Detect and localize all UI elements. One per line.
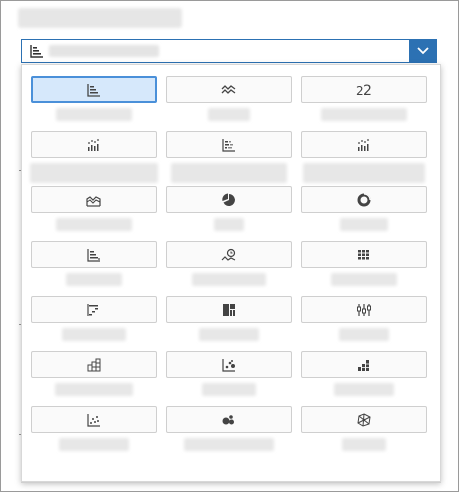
chart-type-label bbox=[342, 438, 386, 451]
chart-type-option[interactable] bbox=[301, 296, 427, 323]
chart-type-option[interactable] bbox=[31, 76, 157, 103]
donut-chart-icon bbox=[357, 192, 371, 206]
boxplot-icon bbox=[357, 303, 371, 316]
network-chart-icon bbox=[357, 412, 371, 427]
bubble-chart-icon bbox=[222, 414, 234, 424]
chart-type-option[interactable] bbox=[301, 351, 427, 378]
chart-type-option[interactable] bbox=[31, 241, 157, 268]
chart-type-option[interactable] bbox=[31, 296, 157, 323]
scatter-bubble-icon bbox=[222, 358, 235, 372]
chart-type-option[interactable] bbox=[166, 131, 292, 158]
chart-type-option[interactable] bbox=[31, 351, 157, 378]
bar-chart-icon bbox=[87, 83, 100, 97]
dropdown-toggle-button[interactable] bbox=[409, 40, 436, 62]
dialog-title bbox=[18, 8, 182, 28]
chart-type-select[interactable] bbox=[21, 39, 437, 63]
chart-type-label bbox=[340, 218, 388, 231]
heatmap-icon bbox=[358, 249, 369, 259]
chart-type-label bbox=[59, 438, 129, 451]
chart-type-option[interactable] bbox=[301, 241, 427, 268]
area-chart-icon bbox=[86, 195, 101, 207]
divider bbox=[21, 482, 441, 483]
chart-type-label bbox=[30, 163, 158, 183]
chart-type-label bbox=[208, 108, 250, 121]
chart-type-option[interactable] bbox=[31, 186, 157, 213]
chart-type-select-value bbox=[49, 45, 159, 57]
scatter-plot-icon bbox=[87, 413, 100, 427]
chart-type-option[interactable] bbox=[31, 131, 157, 158]
chart-type-label bbox=[331, 273, 397, 286]
chart-type-label bbox=[334, 383, 394, 396]
column-dots-icon bbox=[358, 138, 369, 151]
marimekko-icon bbox=[87, 358, 101, 371]
chart-type-option[interactable] bbox=[166, 351, 292, 378]
chart-type-label bbox=[184, 438, 274, 451]
chart-type-label bbox=[202, 383, 256, 396]
chart-type-label bbox=[339, 328, 389, 341]
chart-type-option[interactable] bbox=[301, 186, 427, 213]
chart-type-option[interactable]: 22 bbox=[301, 76, 427, 103]
chart-type-label bbox=[171, 163, 287, 183]
chart-type-option[interactable] bbox=[31, 406, 157, 433]
chart-type-option[interactable] bbox=[166, 186, 292, 213]
chart-type-option[interactable] bbox=[166, 76, 292, 103]
chart-type-label bbox=[199, 328, 259, 341]
time-series-icon bbox=[221, 248, 236, 261]
column-dots-icon bbox=[88, 138, 99, 151]
chart-type-label bbox=[321, 108, 407, 121]
chart-type-option[interactable] bbox=[301, 131, 427, 158]
combination-chart-icon bbox=[87, 248, 100, 262]
pie-chart-icon bbox=[222, 193, 235, 206]
chart-type-label bbox=[56, 108, 132, 121]
bar-chart-icon bbox=[30, 44, 44, 58]
chart-type-label bbox=[55, 383, 133, 396]
chart-type-label bbox=[303, 163, 425, 183]
treemap-icon bbox=[223, 303, 235, 316]
waterfall-icon bbox=[87, 303, 98, 316]
chart-type-label bbox=[214, 218, 244, 231]
stacked-column-icon bbox=[358, 359, 369, 371]
chart-type-label bbox=[192, 273, 266, 286]
chart-type-option[interactable] bbox=[166, 406, 292, 433]
chevron-down-icon bbox=[416, 47, 429, 55]
chart-type-label bbox=[66, 273, 122, 286]
svg-text:2: 2 bbox=[363, 83, 372, 97]
chart-type-label bbox=[62, 328, 126, 341]
line-chart-icon bbox=[221, 84, 236, 94]
numeric-point-icon: 22 bbox=[356, 83, 372, 97]
chart-type-gallery: 22 bbox=[21, 64, 441, 482]
chart-type-option[interactable] bbox=[301, 406, 427, 433]
stacked-bar-icon bbox=[222, 138, 235, 152]
chart-type-label bbox=[56, 218, 132, 231]
chart-type-option[interactable] bbox=[166, 241, 292, 268]
chart-type-option[interactable] bbox=[166, 296, 292, 323]
